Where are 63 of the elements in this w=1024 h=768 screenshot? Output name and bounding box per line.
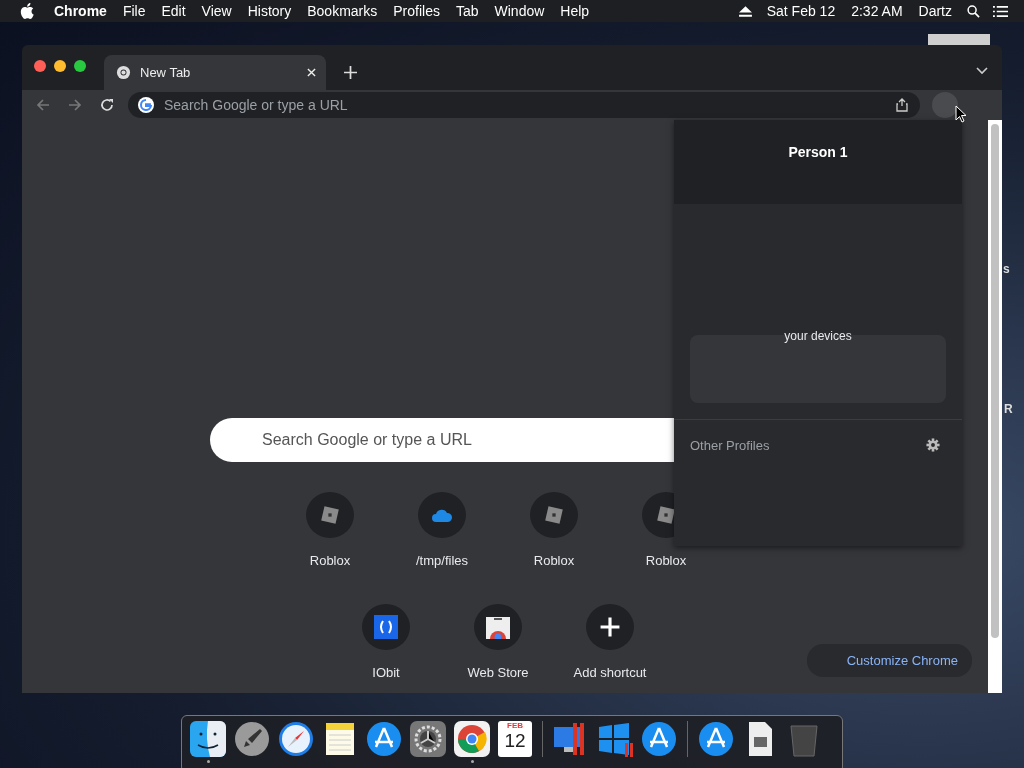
app-store-icon[interactable] (698, 721, 734, 757)
menu-time[interactable]: 2:32 AM (843, 3, 911, 19)
shortcut-tile[interactable]: Add shortcut (554, 580, 666, 680)
search-icon[interactable] (966, 4, 981, 18)
close-window-button[interactable] (34, 59, 46, 72)
close-icon[interactable] (307, 68, 316, 77)
menu-item[interactable]: File (114, 3, 154, 19)
avatar-circle[interactable] (932, 92, 958, 118)
back-arrow-icon[interactable] (36, 98, 50, 112)
chrome-logo-icon[interactable] (454, 721, 490, 757)
roblox-logo-icon (319, 504, 341, 526)
menu-item[interactable]: Edit (153, 3, 194, 19)
menu-item[interactable]: Window (486, 3, 553, 19)
menu-item[interactable]: Bookmarks (299, 3, 386, 19)
menu-item[interactable]: Profiles (385, 3, 448, 19)
shortcut-tile[interactable]: Web Store (442, 580, 554, 680)
iobit-logo-icon (374, 615, 398, 639)
reload-icon[interactable] (100, 98, 114, 112)
chrome-icon (116, 65, 131, 80)
apple-icon[interactable] (20, 3, 34, 19)
shortcut-tile[interactable]: Roblox (498, 468, 610, 568)
scrollbar[interactable] (988, 120, 1002, 693)
zoom-window-button[interactable] (74, 59, 86, 72)
compass-icon[interactable] (278, 721, 314, 757)
calendar-icon[interactable]: FEB 12 (498, 721, 532, 757)
plus-icon (599, 616, 621, 638)
shortcut-tile[interactable]: Roblox (274, 468, 386, 568)
desktop-label: R (1004, 402, 1013, 416)
eject-icon[interactable] (737, 4, 753, 18)
new-tab-icon[interactable] (344, 66, 357, 79)
shortcut-tile[interactable]: IObit (330, 580, 442, 680)
shortcut-tile[interactable]: /tmp/files (386, 468, 498, 568)
menu-item[interactable]: Tab (447, 3, 487, 19)
tab-title: New Tab (140, 65, 192, 80)
web-store-icon (486, 615, 510, 639)
minimize-window-button[interactable] (54, 59, 66, 72)
menu-item[interactable]: Help (552, 3, 598, 19)
roblox-logo-icon (543, 504, 565, 526)
share-icon[interactable] (896, 98, 908, 112)
list-icon[interactable] (993, 4, 1008, 18)
app-store-icon[interactable] (641, 721, 677, 757)
app-menu[interactable]: Chrome (46, 3, 115, 19)
sync-text: your devices (784, 329, 852, 343)
windows-logo-icon[interactable] (597, 721, 633, 757)
chevron-down-icon[interactable] (976, 67, 988, 75)
other-profiles-heading: Other Profiles (690, 438, 770, 453)
menu-item[interactable]: View (193, 3, 240, 19)
app-store-icon[interactable] (366, 721, 402, 757)
settings-icon[interactable] (926, 438, 940, 452)
finder-face-icon[interactable] (190, 721, 226, 757)
address-bar[interactable]: Search Google or type a URL (128, 92, 920, 118)
browser-tab[interactable]: New Tab (104, 55, 326, 90)
gear-icon[interactable] (410, 721, 446, 757)
user-name[interactable]: Dartz (910, 3, 960, 19)
profile-name: Person 1 (788, 144, 848, 162)
menu-date[interactable]: Sat Feb 12 (758, 3, 844, 19)
customize-chrome-button[interactable]: Customize Chrome (806, 644, 972, 677)
desktop-thumbnail[interactable] (928, 34, 990, 46)
google-g-icon (138, 97, 154, 113)
desktop-label: s (1003, 262, 1010, 276)
menu-item[interactable]: History (239, 3, 300, 19)
mouse-pointer-icon (955, 105, 967, 123)
forward-arrow-icon[interactable] (68, 98, 82, 112)
